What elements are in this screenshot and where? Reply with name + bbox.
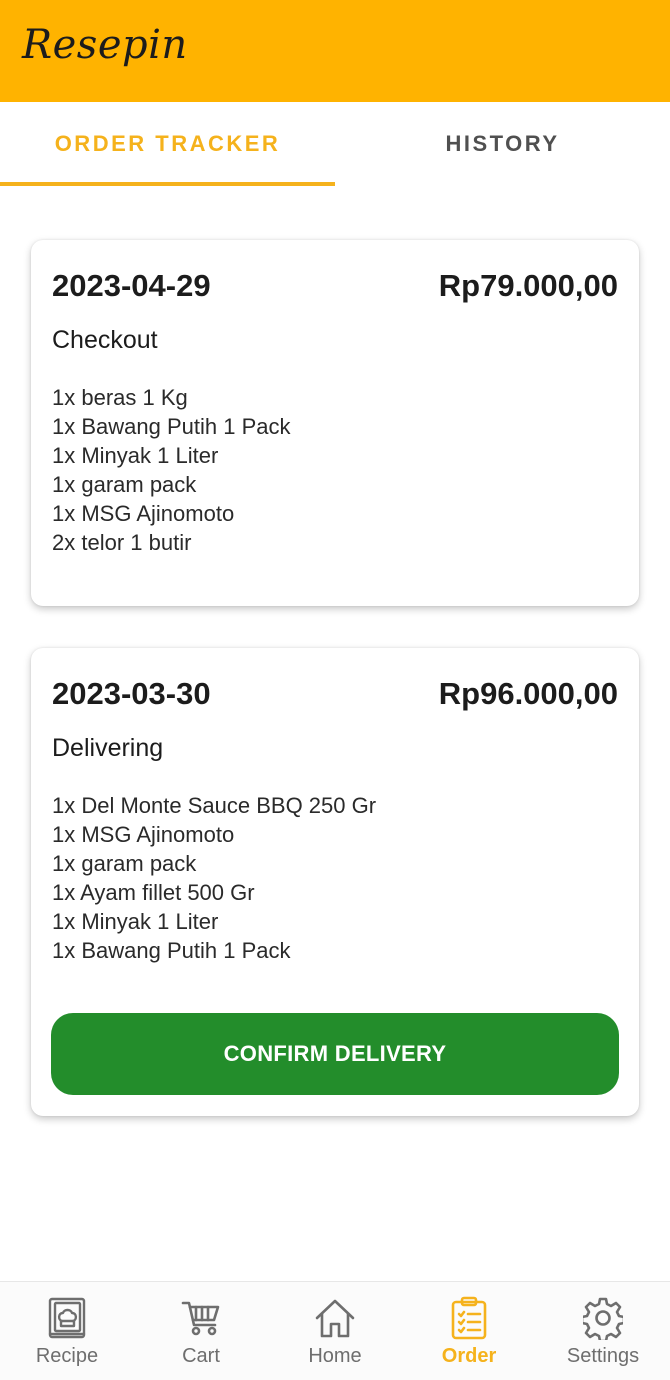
gear-icon [583, 1296, 623, 1340]
tab-history[interactable]: HISTORY [335, 102, 670, 186]
active-tab-indicator [0, 182, 335, 186]
order-date: 2023-04-29 [52, 268, 211, 303]
confirm-delivery-button[interactable]: CONFIRM DELIVERY [51, 1013, 619, 1095]
order-item: 1x Bawang Putih 1 Pack [52, 414, 291, 439]
nav-label: Home [308, 1345, 362, 1367]
order-item: 1x Minyak 1 Liter [52, 909, 219, 934]
order-status: Delivering [52, 734, 164, 762]
app-logo: Resepin [22, 22, 188, 68]
order-item: 1x Bawang Putih 1 Pack [52, 938, 291, 963]
order-total: Rp96.000,00 [438, 676, 618, 711]
clipboard-list-icon [449, 1296, 489, 1340]
tab-bar: ORDER TRACKER HISTORY [0, 102, 670, 186]
order-item: 1x Minyak 1 Liter [52, 443, 219, 468]
order-status: Checkout [52, 326, 158, 354]
nav-label: Settings [566, 1345, 640, 1367]
order-item: 1x Del Monte Sauce BBQ 250 Gr [52, 793, 377, 818]
recipe-book-icon [47, 1296, 87, 1340]
nav-item-cart[interactable]: Cart [134, 1282, 268, 1380]
order-item: 1x beras 1 Kg [52, 385, 188, 410]
order-items-list: 1x Del Monte Sauce BBQ 250 Gr 1x MSG Aji… [52, 791, 376, 965]
order-total: Rp79.000,00 [438, 268, 618, 303]
tab-order-tracker[interactable]: ORDER TRACKER [0, 102, 335, 186]
app-bar: Resepin [0, 0, 670, 102]
order-item: 1x MSG Ajinomoto [52, 822, 235, 847]
nav-item-settings[interactable]: Settings [536, 1282, 670, 1380]
order-item: 1x garam pack [52, 851, 197, 876]
order-item: 1x Ayam fillet 500 Gr [52, 880, 255, 905]
nav-label: Order [441, 1345, 497, 1367]
order-card: 2023-04-29 Rp79.000,00 Checkout 1x beras… [31, 240, 639, 606]
order-item: 2x telor 1 butir [52, 530, 192, 555]
cart-icon [181, 1296, 221, 1340]
nav-label: Cart [182, 1345, 220, 1367]
nav-item-order[interactable]: Order [402, 1282, 536, 1380]
home-icon [315, 1296, 355, 1340]
nav-item-home[interactable]: Home [268, 1282, 402, 1380]
nav-item-recipe[interactable]: Recipe [0, 1282, 134, 1380]
order-card: 2023-03-30 Rp96.000,00 Delivering 1x Del… [31, 648, 639, 1116]
nav-label: Recipe [35, 1345, 99, 1367]
bottom-navigation: Recipe Cart Home Order Settings [0, 1281, 670, 1380]
order-items-list: 1x beras 1 Kg 1x Bawang Putih 1 Pack 1x … [52, 383, 290, 557]
order-item: 1x MSG Ajinomoto [52, 501, 235, 526]
order-date: 2023-03-30 [52, 676, 211, 711]
order-item: 1x garam pack [52, 472, 197, 497]
